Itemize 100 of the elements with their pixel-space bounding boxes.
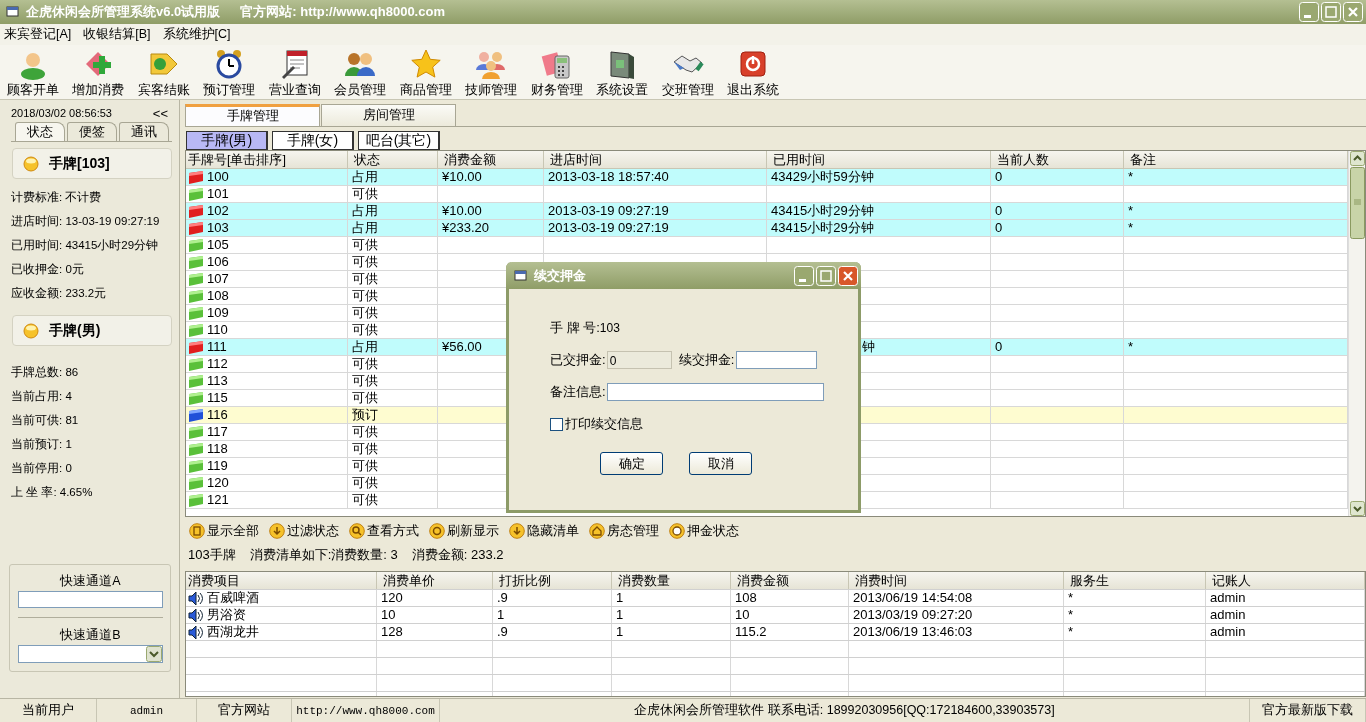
table-cell: 1 (616, 607, 624, 623)
status-text: 官方最新版下载 (1262, 702, 1353, 719)
info-line: 当前可供: 81 (11, 413, 80, 428)
table-cell: 111 (207, 339, 227, 355)
table-cell: 百威啤酒 (207, 590, 259, 606)
table-cell: 可供 (352, 441, 378, 457)
table-cell: 128 (381, 624, 403, 640)
bill-total: 消费金额: 233.2 (411, 546, 504, 564)
field-label: 手 牌 号: (550, 319, 600, 337)
table-cell: 可供 (352, 424, 378, 440)
table-cell: 100 (207, 169, 229, 185)
table-cell: 2013/06/19 13:46:03 (853, 624, 973, 640)
field-label: 续交押金: (678, 351, 735, 369)
table-cell: 115.2 (735, 624, 767, 640)
table-cell: 10 (735, 607, 750, 623)
info-line: 当前占用: 4 (11, 389, 73, 404)
table-cell: * (1068, 624, 1074, 640)
table-cell: 43429小时59分钟 (771, 169, 874, 185)
card-label: 103手牌 (188, 546, 236, 564)
table-cell: 113 (207, 373, 228, 389)
website-text: 官方网站: http://www.qh8000.com (240, 3, 445, 21)
field-label: 快速通道B (60, 627, 121, 644)
table-cell: 男浴资 (207, 607, 246, 623)
section-header: 手牌[103] (12, 148, 172, 179)
table-cell: 115 (207, 390, 228, 406)
table-cell: 10 (381, 607, 396, 623)
table-cell: 0 (995, 203, 1003, 219)
table-cell: 2013/06/19 14:54:08 (853, 590, 973, 606)
table-cell: 118 (207, 441, 228, 457)
table-cell: 0 (995, 339, 1003, 355)
table-cell: 103 (207, 220, 229, 236)
table-cell: 占用 (352, 203, 378, 219)
table-cell: 1 (616, 624, 624, 640)
info-line: 计费标准: 不计费 (11, 190, 103, 205)
table-cell: 可供 (352, 305, 378, 321)
table-cell: 0 (995, 169, 1003, 185)
table-cell: 占用 (352, 169, 378, 185)
table-cell: admin (1210, 624, 1246, 640)
table-cell: 102 (207, 203, 229, 219)
table-cell: 112 (207, 356, 228, 372)
table-cell: 117 (207, 424, 228, 440)
table-cell: 可供 (352, 356, 378, 372)
table-cell: * (1068, 590, 1074, 606)
table-cell: ¥56.00 (442, 339, 482, 355)
info-line: 当前预订: 1 (11, 437, 73, 452)
field-label: 备注信息: (550, 383, 606, 401)
info-line: 应收金额: 233.2元 (11, 286, 108, 301)
table-cell: 116 (207, 407, 228, 423)
table-cell: 1 (497, 607, 505, 623)
table-cell: 可供 (352, 322, 378, 338)
table-cell: .9 (497, 590, 508, 606)
section-header: 手牌(男) (12, 315, 172, 346)
info-line: 当前停用: 0 (11, 461, 73, 476)
table-cell: 可供 (352, 475, 378, 491)
table-cell: 西湖龙井 (207, 624, 259, 640)
table-cell: 钟 (862, 339, 875, 355)
window-title: 企虎休闲会所管理系统v6.0试用版 (26, 3, 221, 21)
card-number: 103 (599, 321, 620, 335)
table-cell: 可供 (352, 390, 378, 406)
table-cell: 可供 (352, 271, 378, 287)
status-text: 当前用户 (22, 702, 74, 719)
table-cell: 105 (207, 237, 229, 253)
table-cell: 2013-03-18 18:57:40 (548, 169, 669, 185)
table-cell: 101 (207, 186, 229, 202)
table-cell: * (1128, 220, 1134, 236)
table-cell: 可供 (352, 254, 378, 270)
table-cell: ¥233.20 (442, 220, 489, 236)
table-cell: 2013-03-19 09:27:19 (548, 203, 669, 219)
status-text: 官方网站 (218, 702, 270, 719)
table-cell: 110 (207, 322, 228, 338)
table-cell: 可供 (352, 458, 378, 474)
table-cell: .9 (497, 624, 508, 640)
table-cell: 119 (207, 458, 228, 474)
table-cell: 预订 (352, 407, 378, 423)
dialog-title: 续交押金 (534, 266, 586, 285)
table-cell: * (1128, 339, 1134, 355)
status-text: 企虎休闲会所管理软件 联系电话: 18992030956[QQ:172184600,33903573] (634, 702, 1055, 719)
table-cell: 可供 (352, 237, 378, 253)
table-cell: 占用 (352, 339, 378, 355)
table-cell: 121 (207, 492, 229, 508)
table-cell: 2013/03/19 09:27:20 (853, 607, 973, 623)
table-cell: * (1128, 203, 1134, 219)
table-cell: 120 (207, 475, 229, 491)
table-cell: * (1068, 607, 1074, 623)
table-cell: 120 (381, 590, 403, 606)
table-cell: 43415小时29分钟 (771, 203, 874, 219)
info-line: 已用时间: 43415小时29分钟 (11, 238, 160, 253)
field-label: 快速通道A (60, 573, 121, 590)
field-label: 已交押金: (550, 351, 606, 369)
table-cell: 1 (616, 590, 624, 606)
table-cell: 0 (995, 220, 1003, 236)
table-cell: 2013-03-19 09:27:19 (548, 220, 669, 236)
table-cell: 可供 (352, 186, 378, 202)
info-line: 已收押金: 0元 (11, 262, 85, 277)
bill-count: 消费清单如下:消费数量: 3 (249, 546, 398, 564)
table-cell: ¥10.00 (442, 203, 482, 219)
info-line: 进店时间: 13-03-19 09:27:19 (11, 214, 161, 229)
table-cell: 106 (207, 254, 229, 270)
info-line: 手牌总数: 86 (11, 365, 80, 380)
table-cell: 107 (207, 271, 229, 287)
